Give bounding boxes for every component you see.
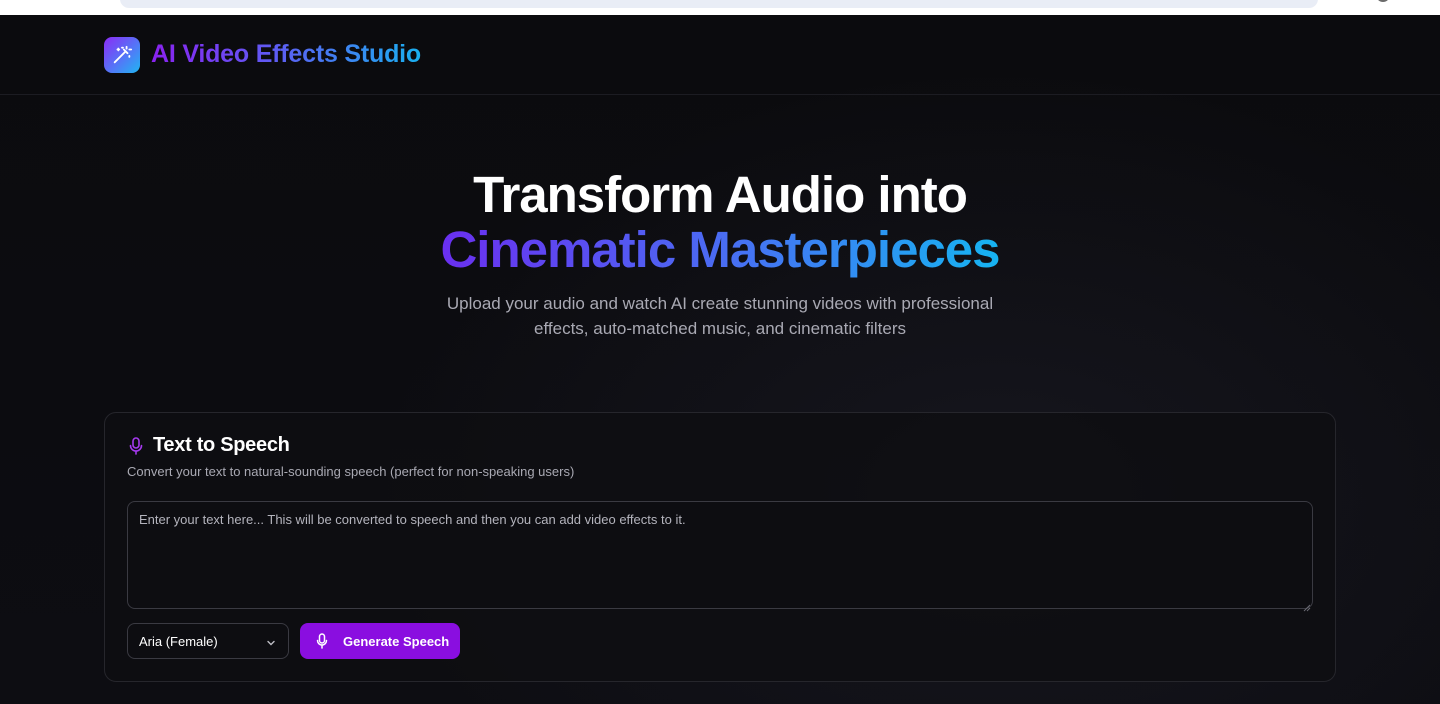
app-root: AI Video Effects Studio Transform Audio …: [0, 15, 1440, 704]
hero-title-gradient-text: Cinematic Masterpieces: [440, 221, 1000, 278]
microphone-icon: [316, 633, 328, 649]
hero-title-line-2: Cinematic Masterpieces: [0, 220, 1440, 280]
microphone-icon: [129, 437, 143, 455]
card-title: Text to Speech: [153, 434, 290, 456]
card-description: Convert your text to natural-sounding sp…: [127, 464, 575, 479]
address-bar[interactable]: [120, 0, 1318, 8]
text-to-speech-input[interactable]: [127, 501, 1313, 609]
resize-handle-icon[interactable]: [1303, 599, 1311, 612]
profile-icon[interactable]: [1376, 0, 1390, 2]
hero-subtitle: Upload your audio and watch AI create st…: [446, 294, 994, 338]
top-navigation-bar: AI Video Effects Studio: [0, 15, 1440, 95]
voice-select[interactable]: Aria (Female): [127, 623, 289, 659]
brand-name[interactable]: AI Video Effects Studio: [151, 40, 421, 70]
generate-speech-button[interactable]: Generate Speech: [300, 623, 460, 659]
voice-select-value: Aria (Female): [139, 633, 218, 649]
browser-chrome-strip: [0, 0, 1440, 15]
magic-wand-icon[interactable]: [104, 37, 140, 73]
chevron-down-icon: [266, 636, 276, 646]
hero-title-line-1: Transform Audio into: [473, 166, 968, 223]
generate-speech-label: Generate Speech: [343, 633, 450, 649]
text-to-speech-card: Text to Speech Convert your text to natu…: [104, 412, 1336, 682]
